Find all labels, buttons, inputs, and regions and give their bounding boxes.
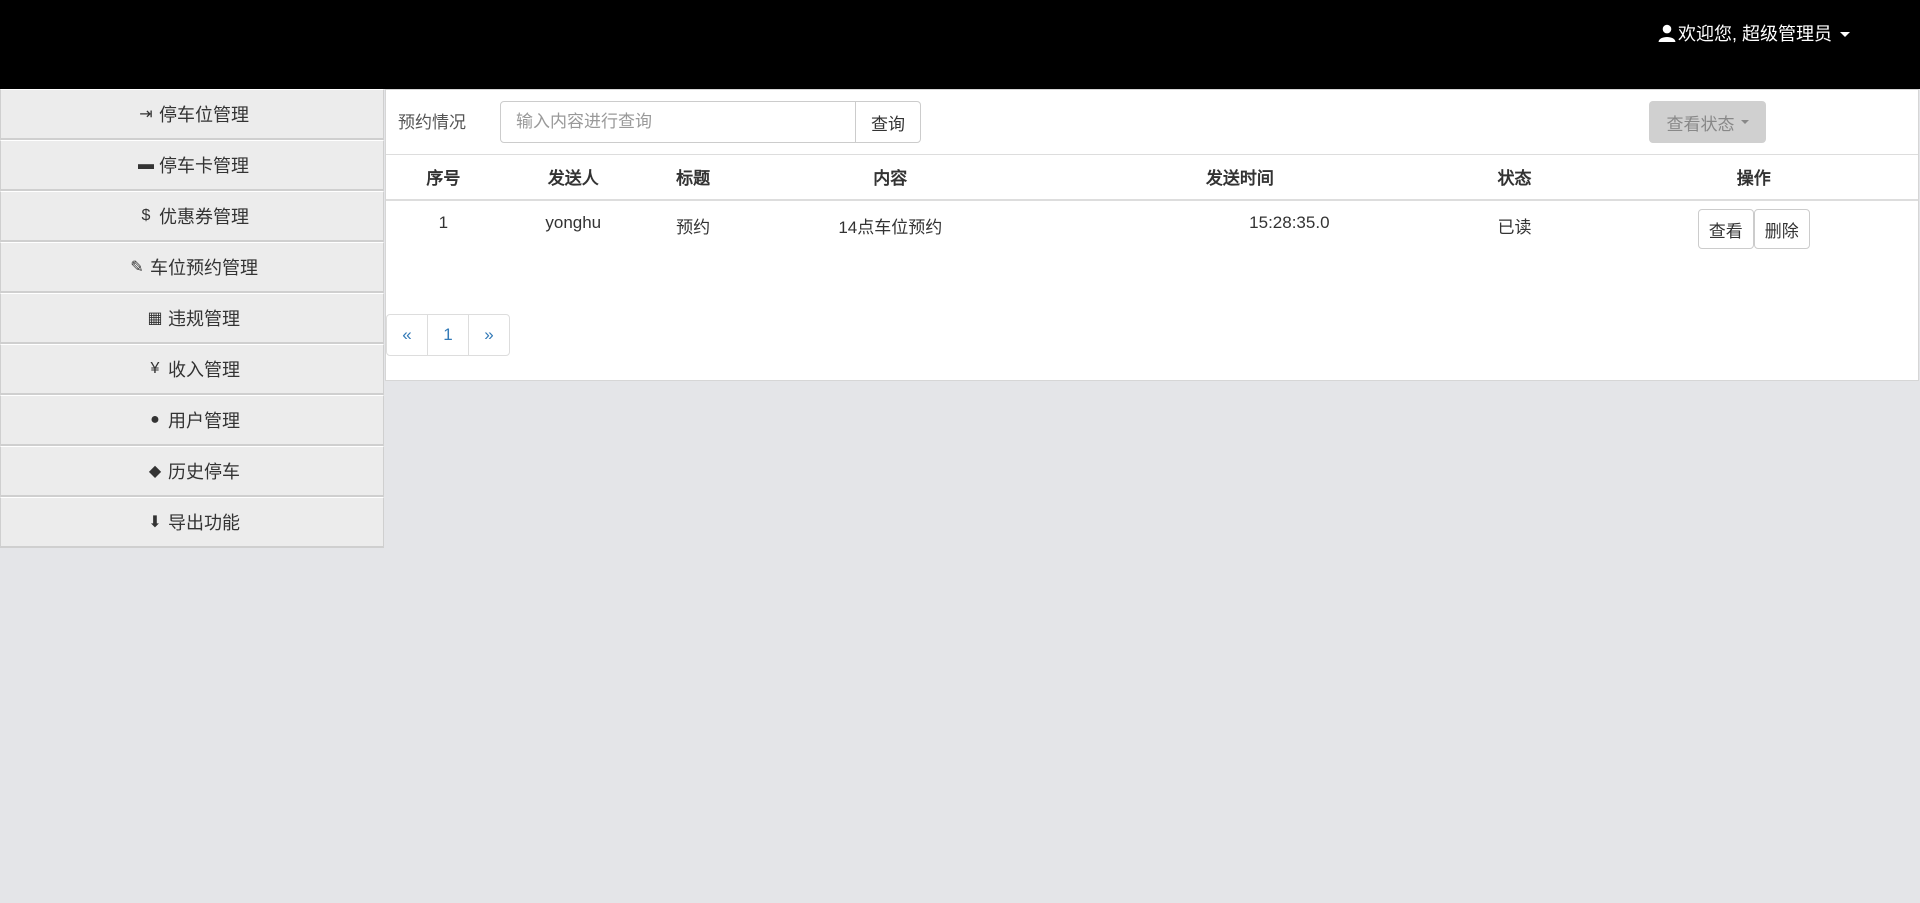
column-header-title: 标题 <box>645 154 741 201</box>
sidebar-item-violation[interactable]: ▦ 违规管理 <box>0 293 384 344</box>
chevron-down-icon <box>1740 120 1749 124</box>
sidebar-item-users[interactable]: ● 用户管理 <box>0 395 384 446</box>
sidebar-item-label: 优惠券管理 <box>159 207 249 227</box>
sidebar-item-export[interactable]: ⬇ 导出功能 <box>0 497 384 548</box>
download-circle-icon: ⬇ <box>148 514 162 531</box>
pagination-prev[interactable]: « <box>386 314 428 356</box>
yen-icon: ¥ <box>150 360 160 377</box>
cell-sender: yonghu <box>545 213 602 232</box>
sidebar: ⇥ 停车位管理 ▬ 停车卡管理 $ 优惠券管理 ✎ 车位预约管理 ▦ 违规管理 … <box>0 89 384 548</box>
sidebar-item-label: 历史停车 <box>168 462 240 482</box>
column-header-content: 内容 <box>740 154 1041 201</box>
cell-content: 14点车位预约 <box>838 218 943 237</box>
cell-title: 预约 <box>676 218 711 237</box>
login-icon: ⇥ <box>139 106 153 123</box>
credit-card-icon: ▬ <box>138 156 154 173</box>
user-menu-dropdown[interactable]: 欢迎您, 超级管理员 <box>1658 20 1850 46</box>
user-greeting: 欢迎您, 超级管理员 <box>1677 24 1832 44</box>
pagination: « 1 » <box>386 314 510 356</box>
sidebar-item-coupon[interactable]: $ 优惠券管理 <box>0 191 384 242</box>
sidebar-item-income[interactable]: ¥ 收入管理 <box>0 344 384 395</box>
sidebar-item-label: 停车位管理 <box>159 105 249 125</box>
sidebar-item-parking-card[interactable]: ▬ 停车卡管理 <box>0 140 384 191</box>
search-button[interactable]: 查询 <box>855 101 921 143</box>
grid-icon: ▦ <box>147 310 163 327</box>
user-icon <box>1658 24 1676 42</box>
sidebar-item-reservation[interactable]: ✎ 车位预约管理 <box>0 242 384 293</box>
column-header-index: 序号 <box>386 154 501 201</box>
cell-index: 1 <box>438 213 449 232</box>
cell-status: 已读 <box>1497 218 1532 237</box>
sidebar-item-label: 违规管理 <box>168 309 240 329</box>
reservation-table: 序号 发送人 标题 内容 发送时间 状态 操作 1 yonghu 预约 14点车… <box>386 154 1918 266</box>
user-icon: ● <box>150 411 160 428</box>
send-time-value: 15:28:35.0 <box>1249 213 1330 232</box>
cell-send-time: 15:28:35.0 <box>1040 200 1440 266</box>
tags-icon: ◆ <box>148 463 162 480</box>
delete-button[interactable]: 删除 <box>1753 209 1810 249</box>
view-button[interactable]: 查看 <box>1697 209 1754 249</box>
sidebar-item-parking-space[interactable]: ⇥ 停车位管理 <box>0 89 384 140</box>
top-navbar: 欢迎您, 超级管理员 <box>0 0 1920 89</box>
pushpin-icon: ✎ <box>130 259 144 276</box>
status-filter-dropdown[interactable]: 查看状态 <box>1649 101 1766 143</box>
column-header-status: 状态 <box>1439 154 1590 201</box>
dollar-icon: $ <box>141 207 151 224</box>
sidebar-item-label: 导出功能 <box>168 513 240 533</box>
cell-actions: 查看 删除 <box>1589 200 1918 266</box>
column-header-sender: 发送人 <box>500 154 646 201</box>
sidebar-item-label: 车位预约管理 <box>150 258 258 278</box>
table-header-row: 序号 发送人 标题 内容 发送时间 状态 操作 <box>386 154 1918 201</box>
sidebar-item-label: 用户管理 <box>168 411 240 431</box>
reservation-panel: 预约情况 查询 查看状态 序号 发送人 标题 内容 发送时间 状态 <box>385 89 1919 381</box>
pagination-page-1[interactable]: 1 <box>427 314 469 356</box>
sidebar-item-label: 停车卡管理 <box>159 156 249 176</box>
table-row: 1 yonghu 预约 14点车位预约 15:28:35.0 已读 查看 删除 <box>386 200 1918 266</box>
search-input[interactable] <box>500 101 856 143</box>
chevron-down-icon <box>1840 31 1850 37</box>
status-filter-label: 查看状态 <box>1666 114 1735 134</box>
page-title: 预约情况 <box>398 113 466 132</box>
column-header-send-time: 发送时间 <box>1040 154 1440 201</box>
sidebar-item-label: 收入管理 <box>168 360 240 380</box>
sidebar-item-history[interactable]: ◆ 历史停车 <box>0 446 384 497</box>
panel-header: 预约情况 查询 查看状态 <box>386 90 1918 155</box>
pagination-next[interactable]: » <box>468 314 510 356</box>
column-header-actions: 操作 <box>1589 154 1918 201</box>
